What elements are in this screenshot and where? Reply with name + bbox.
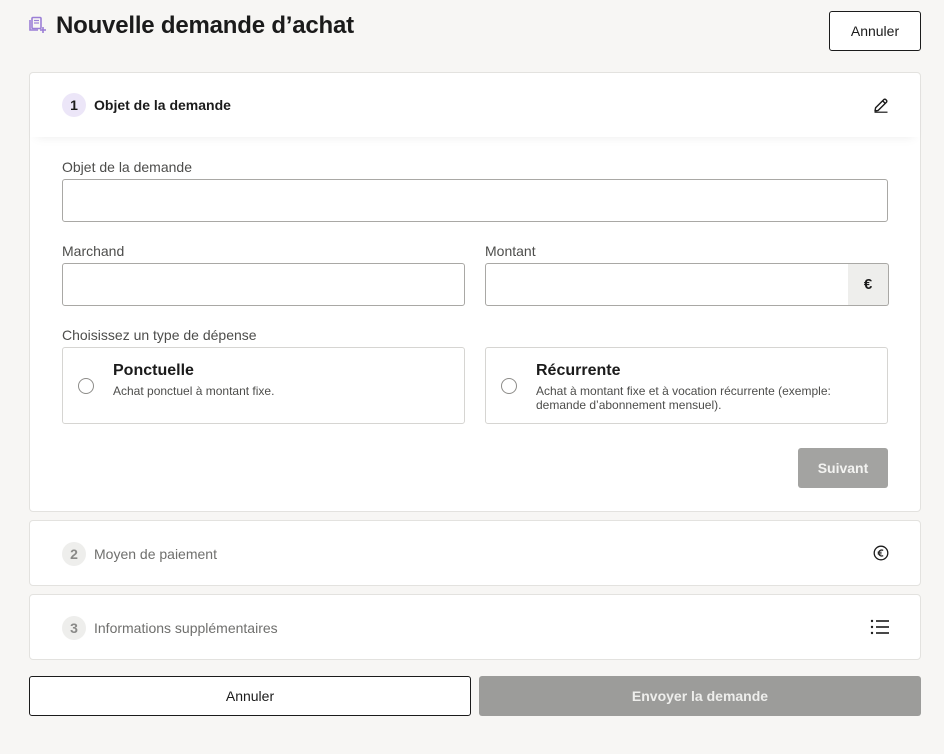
step-title-2: Moyen de paiement: [94, 546, 217, 562]
page-title: Nouvelle demande d’achat: [56, 12, 354, 39]
object-input[interactable]: [62, 179, 888, 222]
euro-circle-icon: [872, 544, 890, 562]
submit-request-button[interactable]: Envoyer la demande: [479, 676, 921, 716]
step-title-3: Informations supplémentaires: [94, 620, 278, 636]
purchase-request-page: Nouvelle demande d’achat Annuler 1 Objet…: [0, 0, 944, 754]
radio-ponctuelle[interactable]: [78, 378, 94, 394]
currency-addon: €: [848, 263, 889, 306]
step-header-3[interactable]: 3 Informations supplémentaires: [30, 595, 920, 659]
object-label: Objet de la demande: [62, 159, 192, 175]
amount-label: Montant: [485, 243, 536, 259]
merchant-input[interactable]: [62, 263, 465, 306]
footer-cancel-button[interactable]: Annuler: [29, 676, 471, 716]
step-header-2[interactable]: 2 Moyen de paiement: [30, 521, 920, 585]
expense-type-label: Choisissez un type de dépense: [62, 327, 257, 343]
step-header-1[interactable]: 1 Objet de la demande: [30, 73, 920, 137]
merchant-label: Marchand: [62, 243, 125, 259]
option-title: Ponctuelle: [113, 362, 194, 379]
step-title-1: Objet de la demande: [94, 97, 231, 113]
option-recurrente[interactable]: Récurrente Achat à montant fixe et à voc…: [485, 347, 888, 424]
step-card-paiement: 2 Moyen de paiement: [29, 520, 921, 586]
step-card-informations: 3 Informations supplémentaires: [29, 594, 921, 660]
option-description: Achat à montant fixe et à vocation récur…: [536, 384, 831, 412]
step-number-1: 1: [62, 93, 86, 117]
list-icon: [870, 618, 890, 636]
header-cancel-button[interactable]: Annuler: [829, 11, 921, 51]
step-number-3: 3: [62, 616, 86, 640]
radio-recurrente[interactable]: [501, 378, 517, 394]
option-description: Achat ponctuel à montant fixe.: [113, 384, 275, 398]
receipt-add-icon: [28, 16, 46, 34]
pencil-icon[interactable]: [872, 96, 890, 114]
option-title: Récurrente: [536, 362, 621, 379]
step-card-objet: 1 Objet de la demande Objet de la demand…: [29, 72, 921, 512]
option-ponctuelle[interactable]: Ponctuelle Achat ponctuel à montant fixe…: [62, 347, 465, 424]
amount-input[interactable]: [485, 263, 849, 306]
next-button[interactable]: Suivant: [798, 448, 888, 488]
step-number-2: 2: [62, 542, 86, 566]
